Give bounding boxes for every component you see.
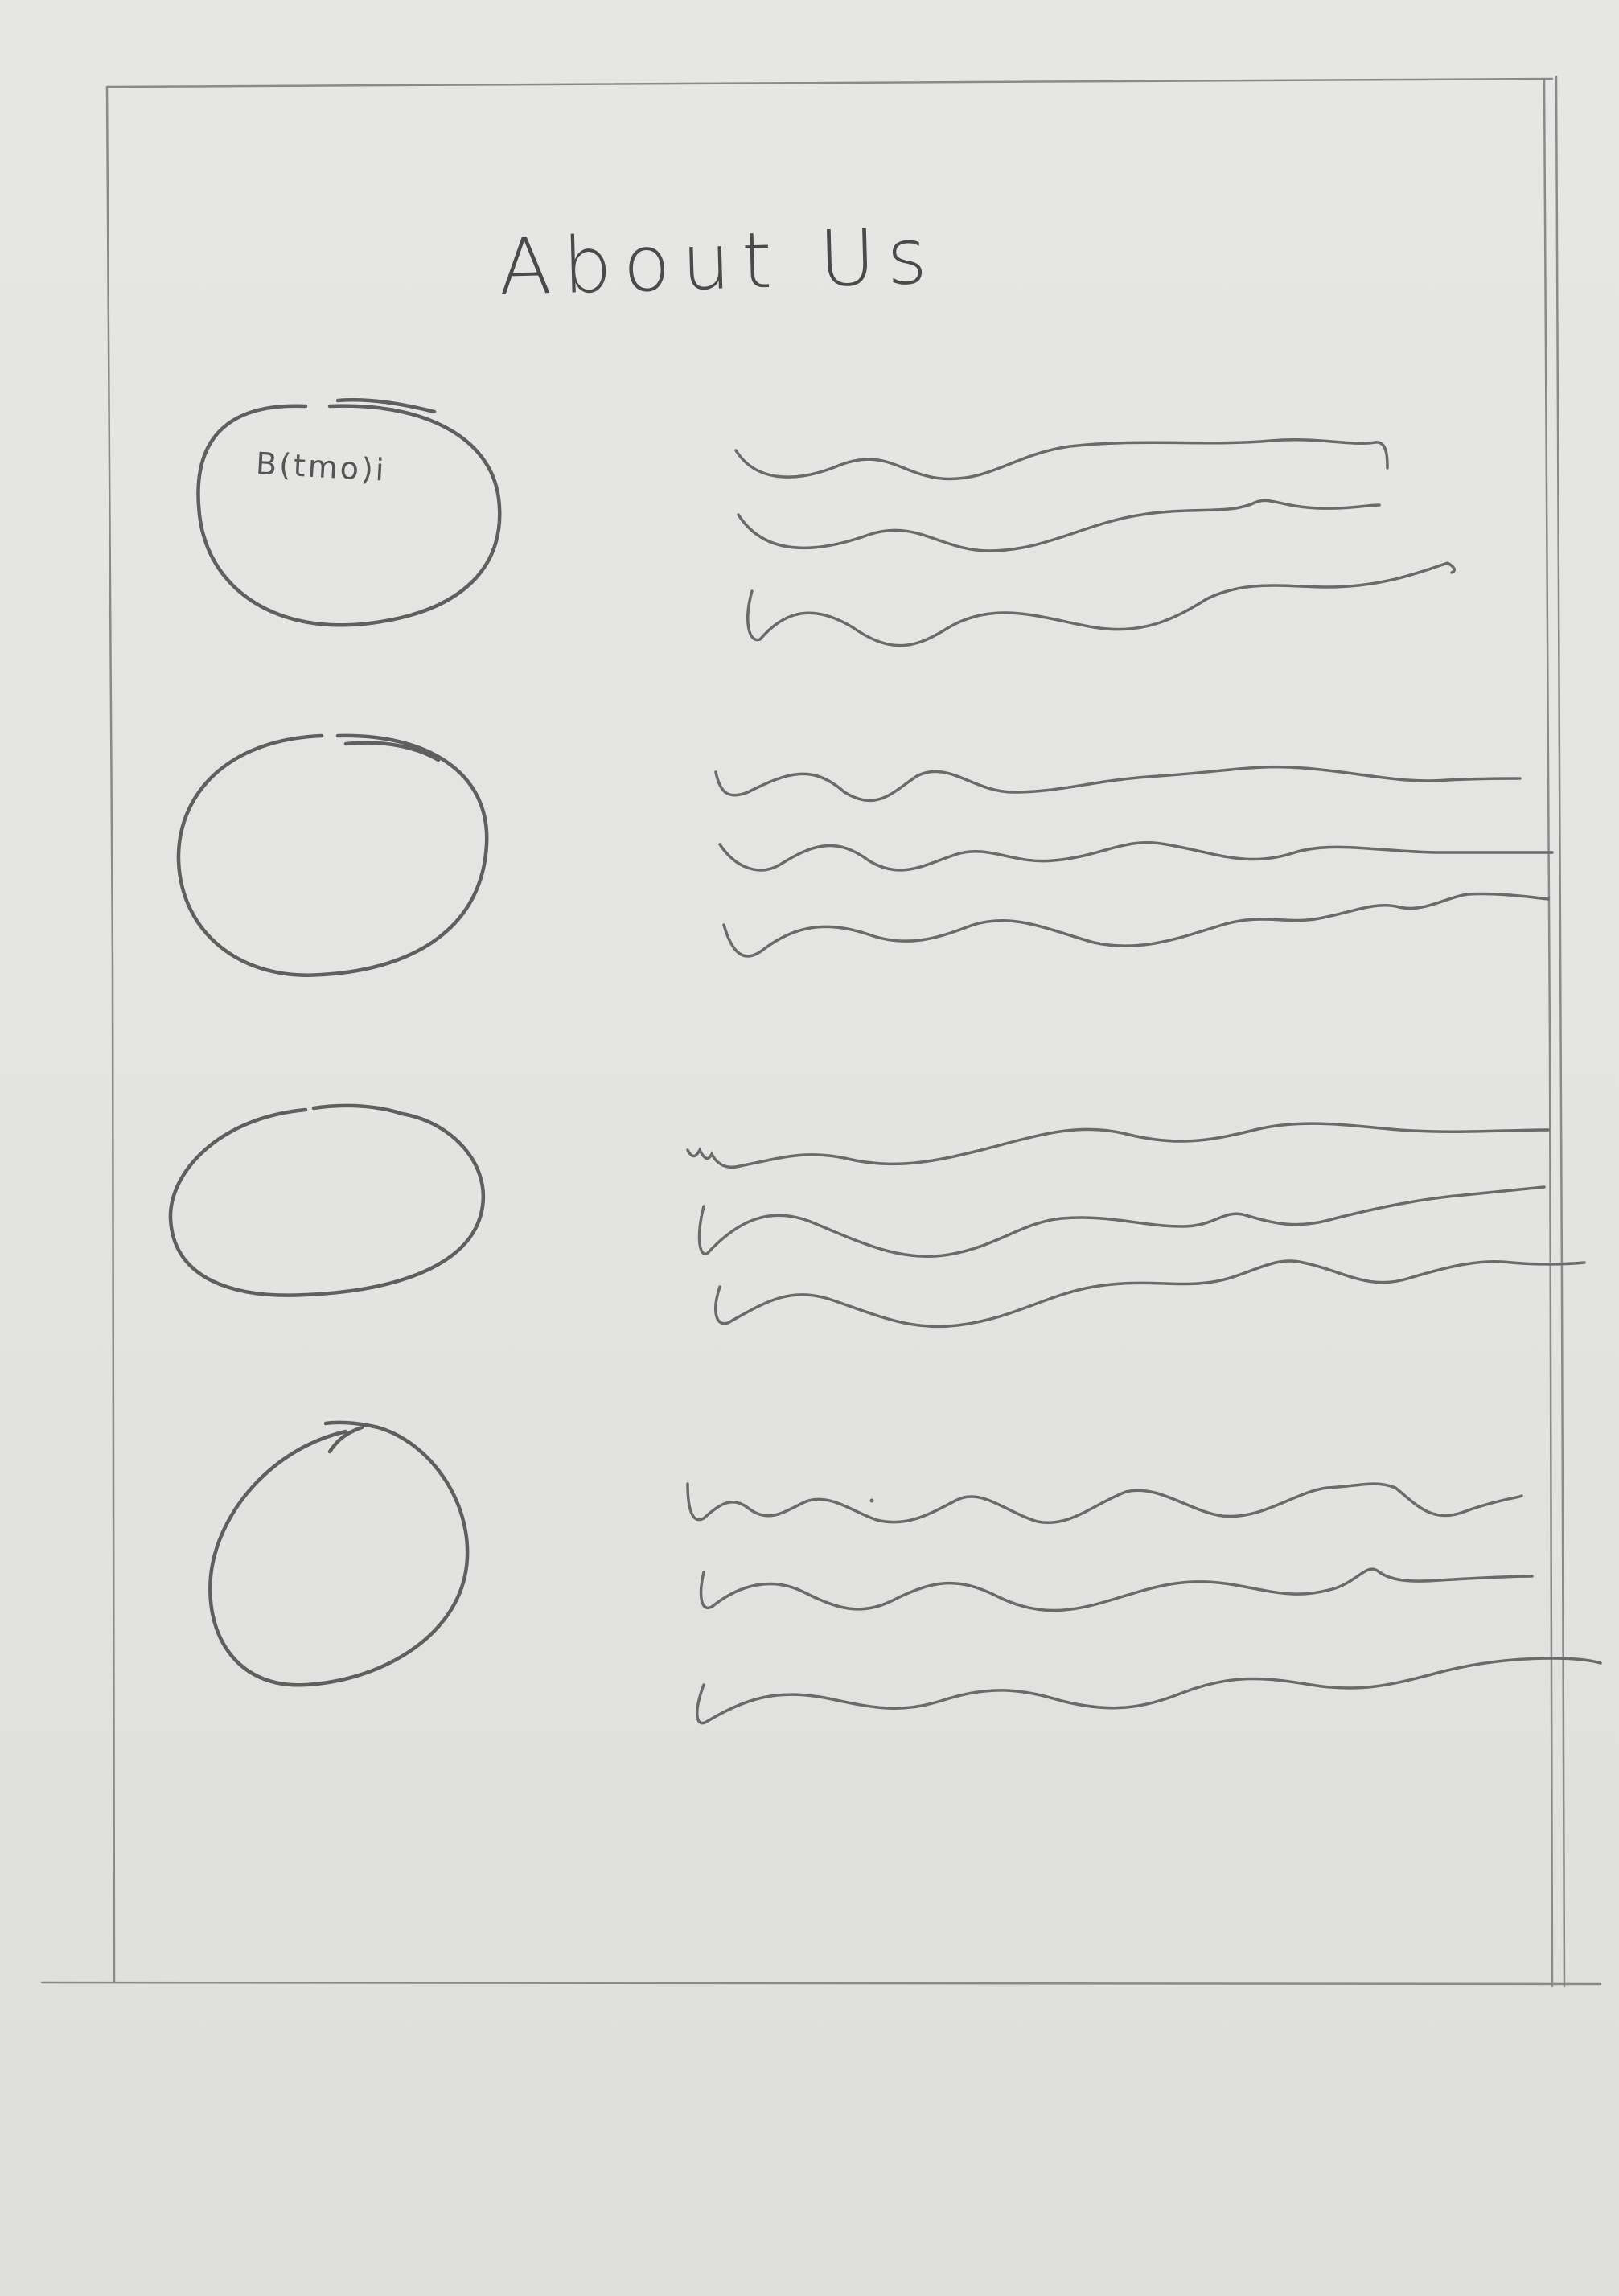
text-line — [699, 1567, 1534, 1612]
sketch-sheet: About Us B(tmo)i — [0, 0, 1619, 2296]
avatar-circle-4 — [208, 1420, 470, 1687]
text-line — [737, 499, 1381, 552]
member-row-3 — [168, 1103, 1586, 1329]
text-line — [686, 1122, 1550, 1169]
text-line — [746, 561, 1456, 647]
text-line — [714, 1259, 1586, 1329]
member-row-4 — [208, 1420, 1602, 1725]
avatar-circle-3 — [168, 1103, 486, 1297]
text-line — [718, 840, 1554, 872]
avatar-circle-1 — [196, 398, 502, 627]
text-line — [697, 1185, 1546, 1258]
page-title: About Us — [497, 211, 939, 313]
stray-dot — [869, 1498, 874, 1503]
text-line — [696, 1657, 1602, 1725]
member-row-2 — [176, 733, 1554, 977]
member-row-1 — [196, 398, 1456, 647]
text-line — [714, 765, 1522, 803]
page-frame — [40, 75, 1602, 1988]
text-line — [722, 892, 1550, 958]
text-line — [734, 438, 1389, 481]
avatar-circle-2 — [176, 733, 489, 977]
text-line — [686, 1482, 1523, 1524]
wireframe-drawing — [40, 75, 1602, 1988]
